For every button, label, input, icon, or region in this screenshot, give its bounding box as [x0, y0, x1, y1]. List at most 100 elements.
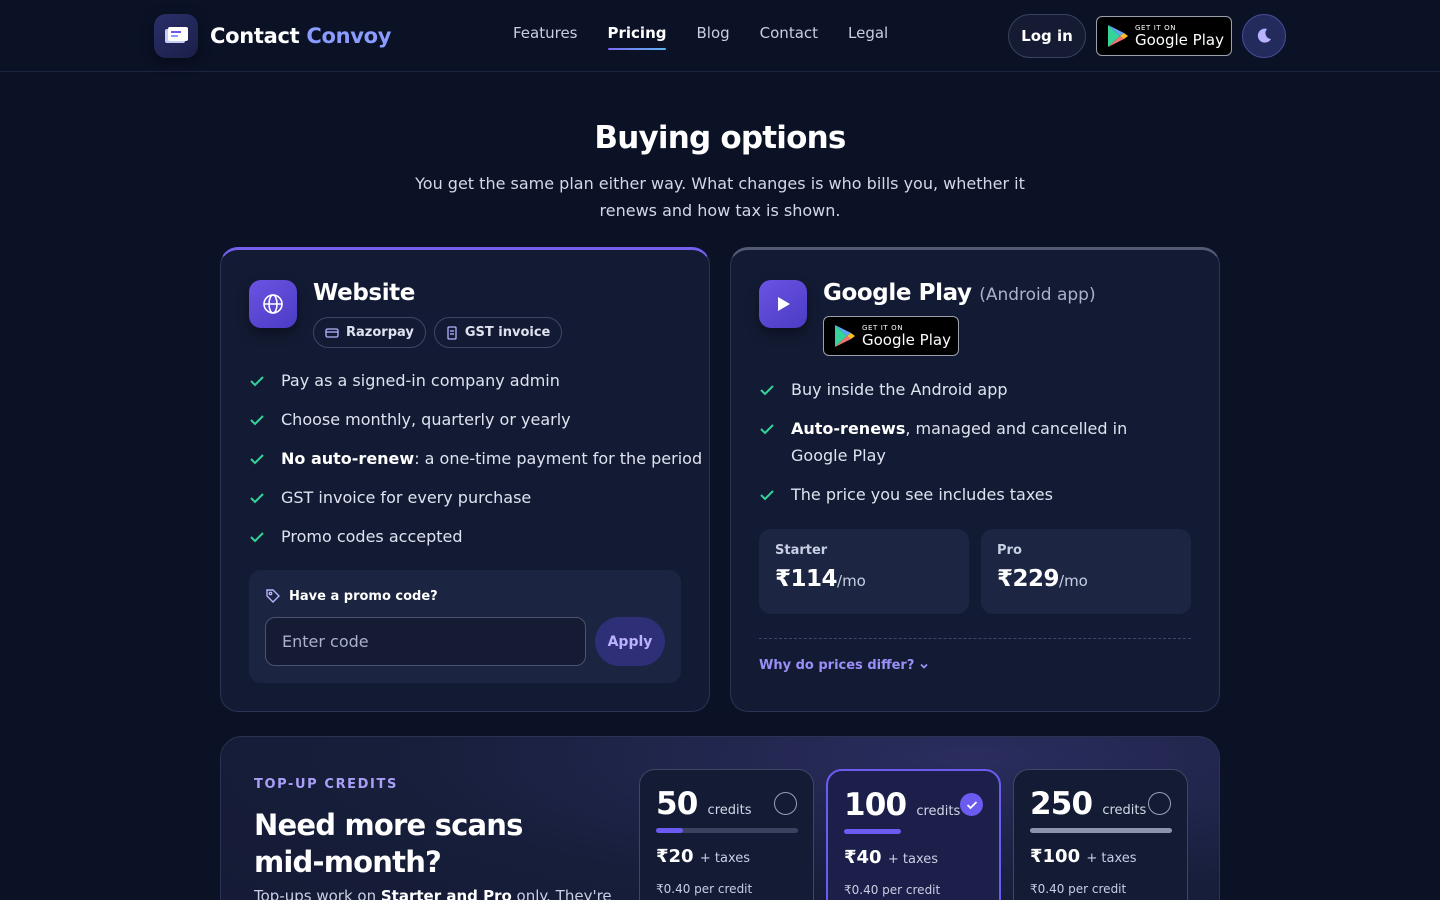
pack-size-bar	[844, 829, 986, 834]
tag-gst-invoice: GST invoice	[433, 317, 563, 348]
nav-link-pricing[interactable]: Pricing	[607, 24, 666, 50]
feature-bold: No auto-renew	[281, 449, 415, 468]
pack-qty-unit: credits	[707, 803, 752, 818]
nav-link-features[interactable]: Features	[513, 24, 578, 50]
pack-price-value: ₹20	[656, 846, 694, 867]
topup-desc-prefix: Top-ups work on	[254, 887, 381, 900]
tag-gst-label: GST invoice	[464, 325, 551, 340]
feature-rest: : a one-time payment for the period	[414, 449, 703, 468]
chevron-down-icon	[920, 663, 929, 669]
google-play-badge-card[interactable]: GET IT ON Google Play	[823, 316, 959, 356]
why-prices-differ-toggle[interactable]: Why do prices differ?	[759, 658, 930, 673]
play-icon	[759, 280, 807, 328]
pack-price-tax: + taxes	[699, 851, 751, 866]
feature-item: No auto-renew: a one-time payment for th…	[249, 445, 702, 472]
pack-qty-value: 250	[1030, 786, 1093, 822]
pack-qty-value: 100	[844, 787, 907, 823]
pack-price: ₹20 + taxes	[656, 846, 750, 867]
pack-radio[interactable]	[1148, 792, 1171, 815]
pack-size-fill	[656, 828, 683, 833]
moon-icon	[1257, 28, 1271, 43]
pack-per-credit: ₹0.40 per credit	[844, 883, 941, 897]
feature-item: GST invoice for every purchase	[249, 484, 702, 511]
check-icon	[249, 367, 267, 394]
google-play-option-card: Google Play (Android app) GET IT ON Goog…	[730, 247, 1220, 712]
pack-size-bar	[1030, 828, 1172, 833]
feature-text: Buy inside the Android app	[791, 376, 1008, 403]
pack-price-value: ₹40	[844, 847, 882, 868]
website-option-card: Website Razorpay GST invoice Pay as a si…	[220, 247, 710, 712]
plan-starter: Starter ₹114/mo	[759, 529, 969, 614]
divider	[759, 638, 1191, 639]
feature-rest: Pay as a signed-in company admin	[281, 371, 560, 390]
topup-desc-bold: Starter and Pro	[380, 887, 512, 900]
feature-rest: Buy inside the Android app	[791, 380, 1008, 399]
credit-pack-100[interactable]: 100 credits ₹40 + taxes ₹0.40 per credit	[826, 769, 1001, 900]
gplay-feature-list: Buy inside the Android app Auto-renews, …	[759, 376, 1199, 520]
tag-razorpay-label: Razorpay	[346, 325, 414, 340]
google-play-icon	[835, 325, 855, 347]
plan-price-value: ₹229	[997, 566, 1060, 592]
plan-pro: Pro ₹229/mo	[981, 529, 1191, 614]
feature-item: Buy inside the Android app	[759, 376, 1199, 403]
topup-description: Top-ups work on Starter and Pro only. Th…	[254, 887, 614, 900]
checkmark-icon	[966, 800, 977, 809]
feature-text: Promo codes accepted	[281, 523, 463, 550]
plan-price: ₹114/mo	[775, 566, 953, 592]
theme-toggle-button[interactable]	[1242, 14, 1286, 58]
gplay-title-main: Google Play	[823, 280, 972, 306]
page-subtitle: You get the same plan either way. What c…	[415, 174, 1025, 220]
plan-name: Pro	[997, 543, 1022, 558]
pack-size-bar	[656, 828, 798, 833]
badge-big-text: Google Play	[862, 331, 951, 349]
pack-quantity: 100 credits	[844, 787, 960, 823]
gplay-title-suffix: (Android app)	[979, 285, 1096, 305]
pack-qty-unit: credits	[1102, 803, 1147, 818]
login-button[interactable]: Log in	[1008, 14, 1086, 58]
badge-big-text: Google Play	[1135, 31, 1224, 49]
check-icon	[249, 484, 267, 511]
check-icon	[759, 376, 777, 403]
pack-price-tax: + taxes	[887, 852, 939, 867]
pack-radio-selected[interactable]	[960, 793, 983, 816]
feature-item: The price you see includes taxes	[759, 481, 1199, 508]
topup-credits-section: TOP-UP CREDITS Need more scans mid-month…	[220, 736, 1220, 900]
feature-text: Choose monthly, quarterly or yearly	[281, 406, 571, 433]
top-navbar: Contact Convoy Features Pricing Blog Con…	[0, 0, 1440, 72]
check-icon	[759, 415, 777, 442]
feature-item: Promo codes accepted	[249, 523, 702, 550]
brand-name-part2: Convoy	[306, 24, 392, 48]
tag-icon	[266, 589, 280, 603]
apply-promo-button[interactable]: Apply	[595, 617, 665, 666]
gplay-plan-prices: Starter ₹114/mo Pro ₹229/mo	[759, 529, 1191, 614]
feature-item: Auto-renews, managed and cancelled in Go…	[759, 415, 1199, 469]
check-icon	[249, 523, 267, 550]
credit-pack-250[interactable]: 250 credits ₹100 + taxes ₹0.40 per credi…	[1013, 769, 1188, 900]
nav-link-contact[interactable]: Contact	[760, 24, 818, 50]
website-card-title: Website	[313, 280, 415, 306]
brand-name-part1: Contact	[210, 24, 300, 48]
page-title: Buying options	[594, 120, 846, 156]
pack-radio[interactable]	[774, 792, 797, 815]
plan-price-per: /mo	[1059, 572, 1088, 590]
check-icon	[249, 445, 267, 472]
logo-icon	[154, 14, 198, 58]
google-play-icon	[1108, 25, 1128, 47]
pack-price-value: ₹100	[1030, 846, 1081, 867]
google-play-badge-nav[interactable]: GET IT ON Google Play	[1096, 16, 1232, 56]
feature-item: Choose monthly, quarterly or yearly	[249, 406, 702, 433]
feature-text: GST invoice for every purchase	[281, 484, 531, 511]
nav-link-legal[interactable]: Legal	[848, 24, 888, 50]
brand-logo[interactable]: Contact Convoy	[154, 14, 392, 58]
card-icon	[325, 327, 339, 338]
promo-code-input[interactable]: Enter code	[265, 617, 586, 666]
nav-links: Features Pricing Blog Contact Legal	[513, 24, 888, 50]
feature-text: Auto-renews, managed and cancelled in Go…	[791, 415, 1171, 469]
credit-pack-50[interactable]: 50 credits ₹20 + taxes ₹0.40 per credit	[639, 769, 814, 900]
feature-item: Pay as a signed-in company admin	[249, 367, 702, 394]
nav-link-blog[interactable]: Blog	[696, 24, 729, 50]
topup-desc-suffix: only. They're	[511, 887, 612, 900]
plan-price: ₹229/mo	[997, 566, 1175, 592]
why-label: Why do prices differ?	[759, 658, 915, 673]
brand-name: Contact Convoy	[210, 24, 392, 48]
